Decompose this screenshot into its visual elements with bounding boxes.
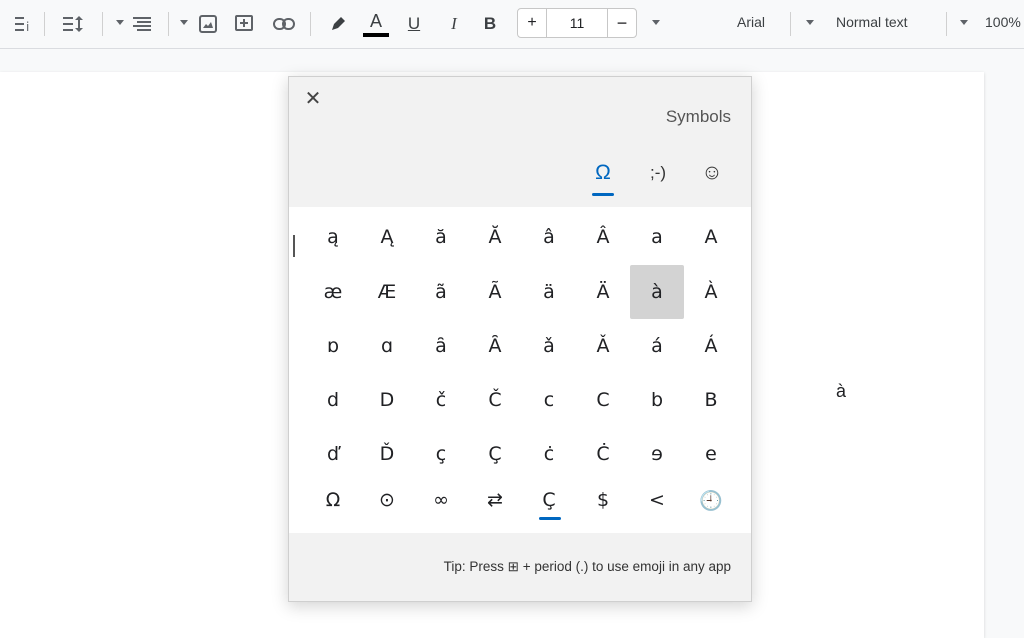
symbol-cell[interactable]: Ȃ bbox=[468, 319, 522, 373]
symbol-cell[interactable]: Ǎ bbox=[576, 319, 630, 373]
symbol-cell[interactable]: c bbox=[522, 373, 576, 427]
symbol-cell[interactable]: č bbox=[414, 373, 468, 427]
text-color-button[interactable]: A bbox=[360, 0, 392, 48]
pencil-icon[interactable] bbox=[322, 0, 354, 48]
symbol-cell[interactable]: ą bbox=[306, 210, 360, 264]
symbol-cell[interactable]: â bbox=[522, 210, 576, 264]
symbol-cell[interactable]: ă bbox=[414, 210, 468, 264]
tab-kaomoji[interactable]: ;-) bbox=[640, 155, 676, 191]
symbol-cell[interactable]: Ã bbox=[468, 265, 522, 319]
font-size-plus[interactable]: + bbox=[517, 8, 547, 38]
symbol-cell[interactable]: à bbox=[630, 265, 684, 319]
symbol-cell[interactable]: æ bbox=[306, 265, 360, 319]
line-spacing-icon[interactable] bbox=[56, 0, 90, 48]
symbol-grid: AaÂâĂăĄąÀàÄäÃãÆæÁáǍǎȂȃɑɒBbCcČčDdeɘĊċÇçĎď… bbox=[289, 207, 751, 533]
active-tab-indicator bbox=[592, 193, 614, 196]
symbol-cell[interactable]: ȃ bbox=[414, 319, 468, 373]
symbol-cell[interactable]: Æ bbox=[360, 265, 414, 319]
symbol-cell[interactable]: A bbox=[684, 210, 738, 264]
tip-bar: Tip: Press ⊞ + period (.) to use emoji i… bbox=[289, 533, 751, 601]
zoom-dropdown[interactable]: 100% bbox=[985, 14, 1021, 30]
underline-button[interactable]: U bbox=[398, 0, 430, 48]
tab-symbols[interactable]: Ω bbox=[585, 155, 621, 191]
symbol-cell[interactable]: ∞ bbox=[414, 473, 468, 527]
bold-button[interactable]: B bbox=[474, 0, 506, 48]
symbol-cell[interactable]: Â bbox=[576, 210, 630, 264]
symbol-cell[interactable]: Ă bbox=[468, 210, 522, 264]
symbol-cell[interactable]: ä bbox=[522, 265, 576, 319]
symbol-cell[interactable]: À bbox=[684, 265, 738, 319]
symbol-cell[interactable]: C bbox=[576, 373, 630, 427]
symbol-cell[interactable]: d bbox=[306, 373, 360, 427]
svg-text:i: i bbox=[26, 20, 29, 33]
symbol-cell[interactable]: Á bbox=[684, 319, 738, 373]
symbol-cell[interactable]: D bbox=[360, 373, 414, 427]
italic-button[interactable]: I bbox=[438, 0, 470, 48]
text-color-label: A bbox=[369, 10, 382, 31]
image-icon[interactable] bbox=[192, 0, 224, 48]
symbol-cell[interactable]: a bbox=[630, 210, 684, 264]
symbol-cell[interactable]: ǎ bbox=[522, 319, 576, 373]
link-icon[interactable] bbox=[268, 0, 300, 48]
symbol-cell[interactable]: ⇄ bbox=[468, 473, 522, 527]
symbol-cell[interactable]: Ω bbox=[306, 473, 360, 527]
symbol-cell[interactable]: Ç bbox=[522, 473, 576, 527]
inserted-character: à bbox=[836, 381, 847, 401]
style-dropdown[interactable]: Normal text bbox=[836, 14, 908, 30]
font-size-value[interactable]: 11 bbox=[547, 8, 607, 38]
formatting-toolbar: i A U I B + + 11 − Arial Normal text bbox=[0, 0, 1024, 49]
tab-emoji[interactable]: ☺ bbox=[694, 155, 730, 191]
symbol-cell[interactable]: ã bbox=[414, 265, 468, 319]
symbols-panel: ✕ Symbols ☺ ;-) Ω AaÂâĂăĄą ÀàÄäÃãÆæ ÁáǍǎȂȃ… bbox=[288, 76, 752, 602]
tip-text: Tip: Press ⊞ + period (.) to use emoji i… bbox=[443, 559, 731, 574]
symbol-cell[interactable]: 🕘 bbox=[684, 473, 738, 527]
add-comment-icon[interactable] bbox=[228, 0, 260, 48]
symbol-cell[interactable]: Ą bbox=[360, 210, 414, 264]
scrollbar[interactable] bbox=[293, 235, 295, 257]
symbol-cell[interactable]: ɑ bbox=[360, 319, 414, 373]
symbol-cell[interactable]: ɒ bbox=[306, 319, 360, 373]
close-icon[interactable]: ✕ bbox=[303, 89, 323, 109]
symbol-cell[interactable]: B bbox=[684, 373, 738, 427]
panel-title: Symbols bbox=[665, 107, 731, 126]
symbol-cell[interactable]: < bbox=[630, 473, 684, 527]
align-icon[interactable] bbox=[126, 0, 158, 48]
symbol-cell[interactable]: Č bbox=[468, 373, 522, 427]
font-family-dropdown[interactable]: Arial bbox=[737, 14, 765, 30]
checklist-icon[interactable]: i bbox=[6, 0, 38, 48]
font-size-minus[interactable]: − bbox=[607, 8, 637, 38]
symbol-cell[interactable]: á bbox=[630, 319, 684, 373]
symbol-cell[interactable]: ⊙ bbox=[360, 473, 414, 527]
symbol-cell[interactable]: Ä bbox=[576, 265, 630, 319]
symbol-cell[interactable]: $ bbox=[576, 473, 630, 527]
symbol-cell[interactable]: b bbox=[630, 373, 684, 427]
text-color-swatch bbox=[363, 32, 389, 37]
